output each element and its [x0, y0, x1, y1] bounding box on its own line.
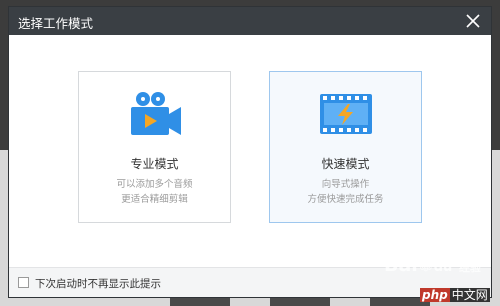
film-strip-lightning-icon	[316, 90, 376, 138]
movie-camera-icon	[125, 90, 185, 138]
dont-show-again-checkbox[interactable]	[18, 277, 29, 288]
mode-card-quick[interactable]: 快速模式 向导式操作 方便快速完成任务	[269, 71, 422, 223]
mode-desc-professional-line1: 可以添加多个音频	[116, 179, 193, 190]
dialog-title: 选择工作模式	[18, 16, 94, 31]
php-watermark-text: php	[420, 288, 450, 302]
mode-name-professional: 专业模式	[130, 157, 179, 171]
mode-desc-quick-line1: 向导式操作	[321, 179, 370, 190]
baidu-watermark-du: du	[433, 260, 453, 275]
php-watermark-site: 中文网	[449, 288, 490, 302]
mode-card-professional[interactable]: 专业模式 可以添加多个音频 更适合精细剪辑	[78, 71, 231, 223]
jingyan-watermark: 经验	[458, 261, 481, 274]
mode-name-quick: 快速模式	[321, 157, 370, 171]
mode-desc-quick-line2: 方便快速完成任务	[307, 194, 384, 205]
close-icon[interactable]	[463, 11, 483, 31]
dont-show-again-label[interactable]: 下次启动时不再显示此提示	[35, 276, 161, 291]
baidu-watermark: Bai❁du 经验	[384, 254, 481, 276]
dialog-titlebar: 选择工作模式	[9, 7, 491, 35]
php-watermark: php 中文网	[420, 286, 490, 303]
mode-desc-professional-line2: 更适合精细剪辑	[121, 194, 188, 205]
paw-icon: ❁	[417, 254, 434, 276]
baidu-watermark-text: Bai	[384, 254, 418, 276]
